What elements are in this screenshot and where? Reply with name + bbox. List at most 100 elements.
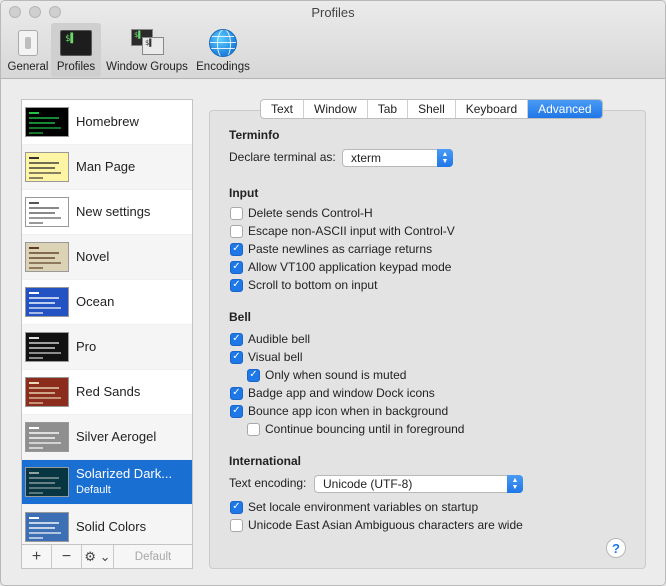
profile-preview-thumbnail [25, 422, 69, 452]
profile-preview-thumbnail [25, 107, 69, 137]
toolbar-profiles[interactable]: $▌ Profiles [51, 23, 101, 77]
checkbox-label: Escape non-ASCII input with Control-V [248, 224, 455, 238]
checkbox[interactable] [230, 206, 243, 220]
checkbox-label: Scroll to bottom on input [248, 278, 378, 292]
window-groups-icon: $▌ $▌ [131, 28, 164, 58]
profile-item-red-sands[interactable]: Red Sands [22, 370, 192, 415]
profile-item-ocean[interactable]: Ocean [22, 280, 192, 325]
checkbox[interactable]: ✓ [230, 242, 243, 256]
declare-terminal-popup[interactable]: xterm ▲ ▼ [342, 149, 453, 167]
profile-preview-thumbnail [25, 287, 69, 317]
option-unicode-east-asian-ambiguous-characters-are-wide[interactable]: Unicode East Asian Ambiguous characters … [230, 518, 523, 532]
title-bar: Profiles General $▌ Profiles $▌ $▌ Window… [1, 1, 665, 79]
checkbox[interactable]: ✓ [230, 404, 243, 418]
profile-item-silver-aerogel[interactable]: Silver Aerogel [22, 415, 192, 460]
checkbox[interactable] [230, 224, 243, 238]
profile-item-homebrew[interactable]: Homebrew [22, 100, 192, 145]
profile-item-novel[interactable]: Novel [22, 235, 192, 280]
option-allow-vt100-application-keypad-mode[interactable]: ✓ Allow VT100 application keypad mode [230, 260, 451, 274]
text-encoding-row: Text encoding: [229, 476, 306, 490]
profile-text: Solid Colors [76, 519, 146, 535]
profile-text: Silver Aerogel [76, 429, 156, 445]
profile-item-new-settings[interactable]: New settings [22, 190, 192, 235]
profile-name: Silver Aerogel [76, 429, 157, 444]
option-audible-bell[interactable]: ✓ Audible bell [230, 332, 310, 346]
profile-text: Pro [76, 339, 96, 355]
toolbar-encodings[interactable]: Encodings [193, 23, 253, 77]
option-delete-sends-control-h[interactable]: Delete sends Control-H [230, 206, 373, 220]
profiles-window: Profiles General $▌ Profiles $▌ $▌ Window… [0, 0, 666, 586]
window-title: Profiles [311, 5, 355, 20]
terminfo-heading: Terminfo [229, 128, 280, 142]
checkbox-label: Set locale environment variables on star… [248, 500, 479, 514]
help-button[interactable]: ? [606, 538, 626, 558]
checkbox-label: Delete sends Control-H [248, 206, 373, 220]
profile-list-buttons: + − ⚙︎ ⌄ Default [21, 544, 193, 569]
checkbox[interactable]: ✓ [247, 368, 260, 382]
profile-preview-thumbnail [25, 467, 69, 497]
remove-profile-button[interactable]: − [52, 545, 82, 568]
option-paste-newlines-as-carriage-returns[interactable]: ✓ Paste newlines as carriage returns [230, 242, 432, 256]
profile-name: New settings [76, 204, 151, 219]
checkbox[interactable]: ✓ [230, 260, 243, 274]
gear-menu-button[interactable]: ⚙︎ ⌄ [82, 545, 114, 568]
switch-icon [12, 28, 44, 58]
profile-default-label: Default [76, 484, 111, 496]
profile-list[interactable]: Homebrew Man Page New settings Novel Ocean Pr… [21, 99, 193, 545]
profile-text: New settings [76, 204, 150, 220]
option-set-locale-environment-variables-on-startup[interactable]: ✓ Set locale environment variables on sta… [230, 500, 478, 514]
profile-preview-thumbnail [25, 377, 69, 407]
tab-text[interactable]: Text [261, 100, 305, 118]
option-scroll-to-bottom-on-input[interactable]: ✓ Scroll to bottom on input [230, 278, 377, 292]
profile-preview-thumbnail [25, 512, 69, 542]
checkbox[interactable]: ✓ [230, 332, 243, 346]
checkbox-label: Only when sound is muted [265, 368, 407, 382]
checkbox[interactable] [247, 422, 260, 436]
international-heading: International [229, 454, 302, 468]
profile-preview-thumbnail [25, 332, 69, 362]
option-visual-bell[interactable]: ✓ Visual bell [230, 350, 302, 364]
option-continue-bouncing-until-in-foreground[interactable]: Continue bouncing until in foreground [247, 422, 464, 436]
checkbox[interactable]: ✓ [230, 500, 243, 514]
profile-name: Homebrew [76, 114, 139, 129]
checkbox[interactable]: ✓ [230, 350, 243, 364]
popup-arrows-icon: ▲ ▼ [437, 149, 453, 167]
option-escape-non-ascii-input-with-control-v[interactable]: Escape non-ASCII input with Control-V [230, 224, 455, 238]
checkbox[interactable] [230, 518, 243, 532]
default-profile-button[interactable]: Default [114, 545, 192, 568]
profile-name: Novel [76, 249, 110, 264]
tab-tab[interactable]: Tab [368, 100, 409, 118]
profile-item-solid-colors[interactable]: Solid Colors [22, 505, 192, 544]
checkbox-label: Allow VT100 application keypad mode [248, 260, 452, 274]
checkbox[interactable]: ✓ [230, 278, 243, 292]
profile-item-pro[interactable]: Pro [22, 325, 192, 370]
preferences-toolbar: General $▌ Profiles $▌ $▌ Window Groups E… [5, 23, 253, 77]
tab-window[interactable]: Window [304, 100, 368, 118]
option-badge-app-and-window-dock-icons[interactable]: ✓ Badge app and window Dock icons [230, 386, 435, 400]
profile-name: Pro [76, 339, 97, 354]
checkbox-label: Paste newlines as carriage returns [248, 242, 433, 256]
toolbar-encodings-label: Encodings [196, 61, 250, 73]
toolbar-window-groups[interactable]: $▌ $▌ Window Groups [101, 23, 193, 77]
toolbar-general[interactable]: General [5, 23, 51, 77]
profile-item-solarized-dark[interactable]: Solarized Dark... Default [22, 460, 192, 505]
tab-shell[interactable]: Shell [408, 100, 456, 118]
profile-text: Man Page [76, 159, 135, 175]
text-encoding-popup[interactable]: Unicode (UTF-8) ▲ ▼ [314, 475, 523, 493]
profile-item-man-page[interactable]: Man Page [22, 145, 192, 190]
profile-text: Homebrew [76, 114, 139, 130]
add-profile-button[interactable]: + [22, 545, 52, 568]
profile-preview-thumbnail [25, 242, 69, 272]
bell-heading: Bell [229, 310, 252, 324]
declare-terminal-label: Declare terminal as: [229, 150, 336, 164]
option-only-when-sound-is-muted[interactable]: ✓ Only when sound is muted [247, 368, 406, 382]
declare-terminal-value: xterm [351, 151, 381, 165]
profile-name: Man Page [76, 159, 136, 174]
tab-keyboard[interactable]: Keyboard [456, 100, 529, 118]
checkbox[interactable]: ✓ [230, 386, 243, 400]
text-encoding-label: Text encoding: [229, 476, 307, 490]
option-bounce-app-icon-when-in-background[interactable]: ✓ Bounce app icon when in background [230, 404, 448, 418]
checkbox-label: Badge app and window Dock icons [248, 386, 435, 400]
profile-preview-thumbnail [25, 152, 69, 182]
tab-advanced[interactable]: Advanced [528, 100, 602, 118]
